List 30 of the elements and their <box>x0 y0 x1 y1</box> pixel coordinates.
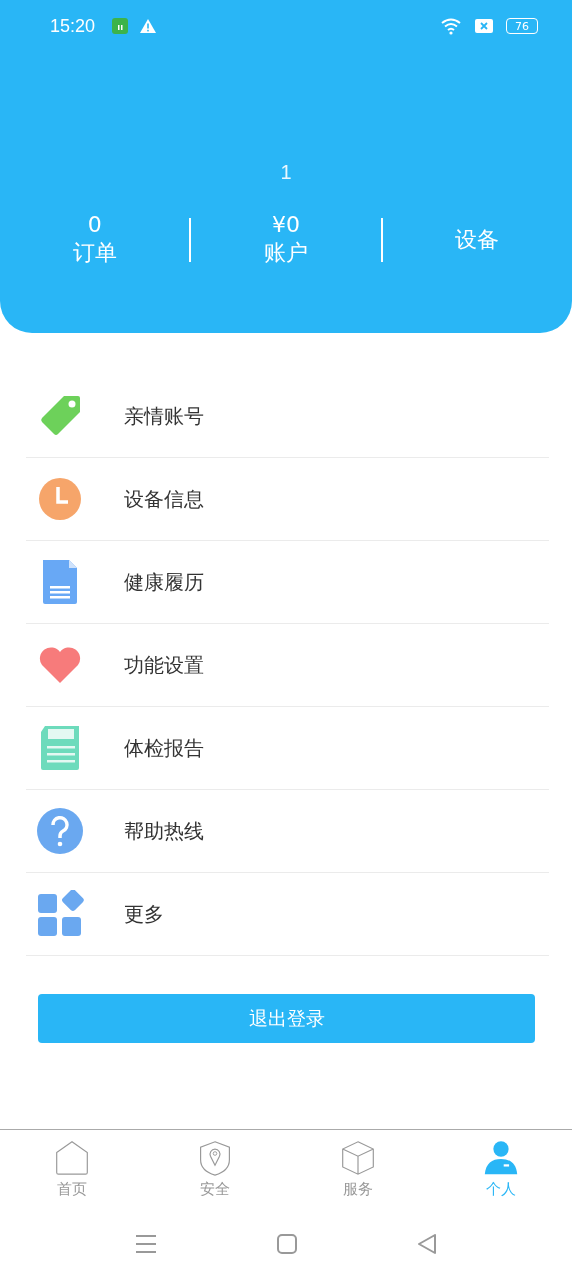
tab[interactable]: 首页 <box>0 1130 143 1208</box>
tab[interactable]: 个人 <box>429 1130 572 1208</box>
menu-icon[interactable] <box>135 1234 157 1254</box>
back-icon[interactable] <box>417 1234 437 1254</box>
menu-item[interactable]: 体检报告 <box>26 707 549 790</box>
logout-button[interactable]: 退出登录 <box>38 994 535 1043</box>
menu-item[interactable]: 亲情账号 <box>26 375 549 458</box>
battery-icon: 76 <box>506 18 538 34</box>
grid-icon <box>36 890 84 938</box>
menu-item[interactable]: 功能设置 <box>26 624 549 707</box>
app-notification-icon <box>111 17 130 35</box>
home-button-icon[interactable] <box>277 1234 297 1254</box>
stat-item[interactable]: ¥0 账户 <box>191 210 381 270</box>
tab[interactable]: 安全 <box>143 1130 286 1208</box>
menu-item[interactable]: 健康履历 <box>26 541 549 624</box>
user-name: 1 <box>279 160 293 184</box>
warning-icon <box>139 18 158 34</box>
home-icon <box>53 1140 90 1176</box>
clock-icon <box>36 475 84 523</box>
menu-item[interactable]: 设备信息 <box>26 458 549 541</box>
tab[interactable]: 服务 <box>286 1130 429 1208</box>
no-sim-icon <box>474 18 494 34</box>
help-icon <box>36 807 84 855</box>
box-icon <box>339 1140 376 1176</box>
person-icon <box>482 1140 519 1176</box>
stat-item[interactable]: 设备 <box>382 210 572 270</box>
stat-item[interactable]: 0 订单 <box>0 210 190 270</box>
menu-item[interactable]: 更多 <box>26 873 549 956</box>
status-time: 15:20 <box>50 15 96 37</box>
menu-item[interactable]: 帮助热线 <box>26 790 549 873</box>
